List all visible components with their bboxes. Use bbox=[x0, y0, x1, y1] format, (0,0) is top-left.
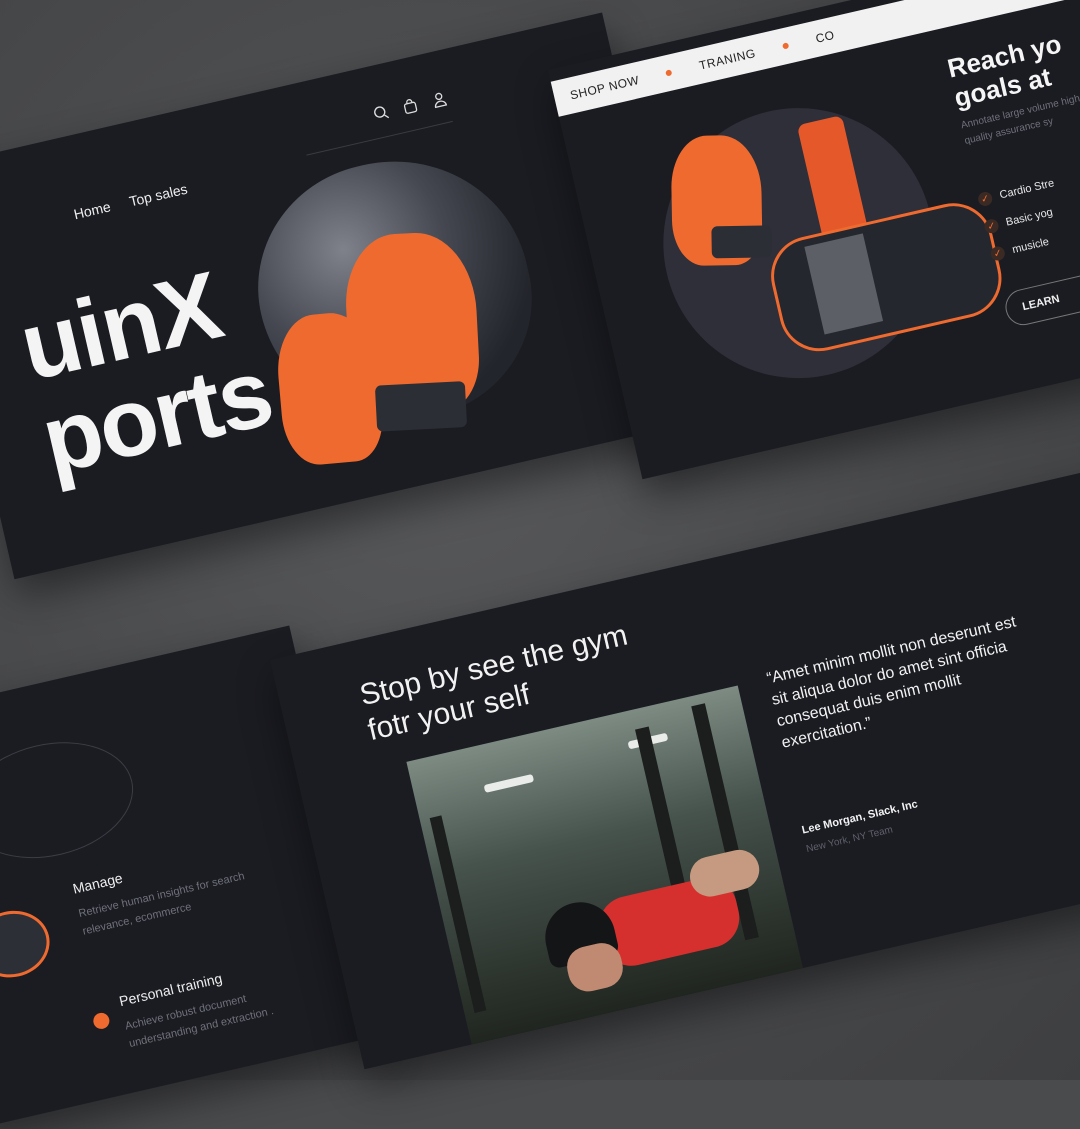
testimonial-quote: “Amet minim mollit non deserunt est sit … bbox=[765, 608, 1048, 754]
kettlebell-image bbox=[0, 903, 56, 984]
glove-strap bbox=[375, 381, 467, 432]
ribbon-contact[interactable]: CO bbox=[814, 28, 836, 46]
check-icon: ✓ bbox=[989, 245, 1006, 262]
ball-icon bbox=[92, 1011, 111, 1030]
check-icon: ✓ bbox=[983, 218, 1000, 235]
bag-icon[interactable] bbox=[401, 96, 420, 115]
header-icons bbox=[371, 90, 449, 123]
check-icon: ✓ bbox=[977, 191, 994, 208]
main-nav: Home Top sales bbox=[72, 177, 204, 222]
ribbon-dot bbox=[782, 42, 789, 49]
nav-home[interactable]: Home bbox=[72, 198, 112, 222]
feature-label: musicle bbox=[1011, 236, 1050, 256]
decorative-ring bbox=[0, 726, 145, 874]
athlete-arm bbox=[686, 846, 763, 901]
ribbon-training[interactable]: TRANING bbox=[698, 46, 757, 73]
nav-divider bbox=[306, 121, 452, 156]
search-icon[interactable] bbox=[371, 103, 390, 122]
user-icon[interactable] bbox=[430, 90, 449, 109]
service-title: Manage bbox=[71, 870, 124, 897]
feature-label: Cardio Stre bbox=[998, 177, 1055, 201]
nav-top-sales[interactable]: Top sales bbox=[128, 181, 189, 210]
glove-strap bbox=[711, 225, 772, 258]
gym-rack bbox=[430, 815, 487, 1013]
brand-title: uinX ports bbox=[12, 251, 279, 490]
feature-label: Basic yog bbox=[1005, 206, 1054, 228]
ribbon-shop-now[interactable]: SHOP NOW bbox=[569, 73, 641, 102]
ceiling-light bbox=[484, 774, 535, 793]
learn-more-button[interactable]: LEARN bbox=[1002, 269, 1080, 329]
ribbon-dot bbox=[666, 69, 673, 76]
